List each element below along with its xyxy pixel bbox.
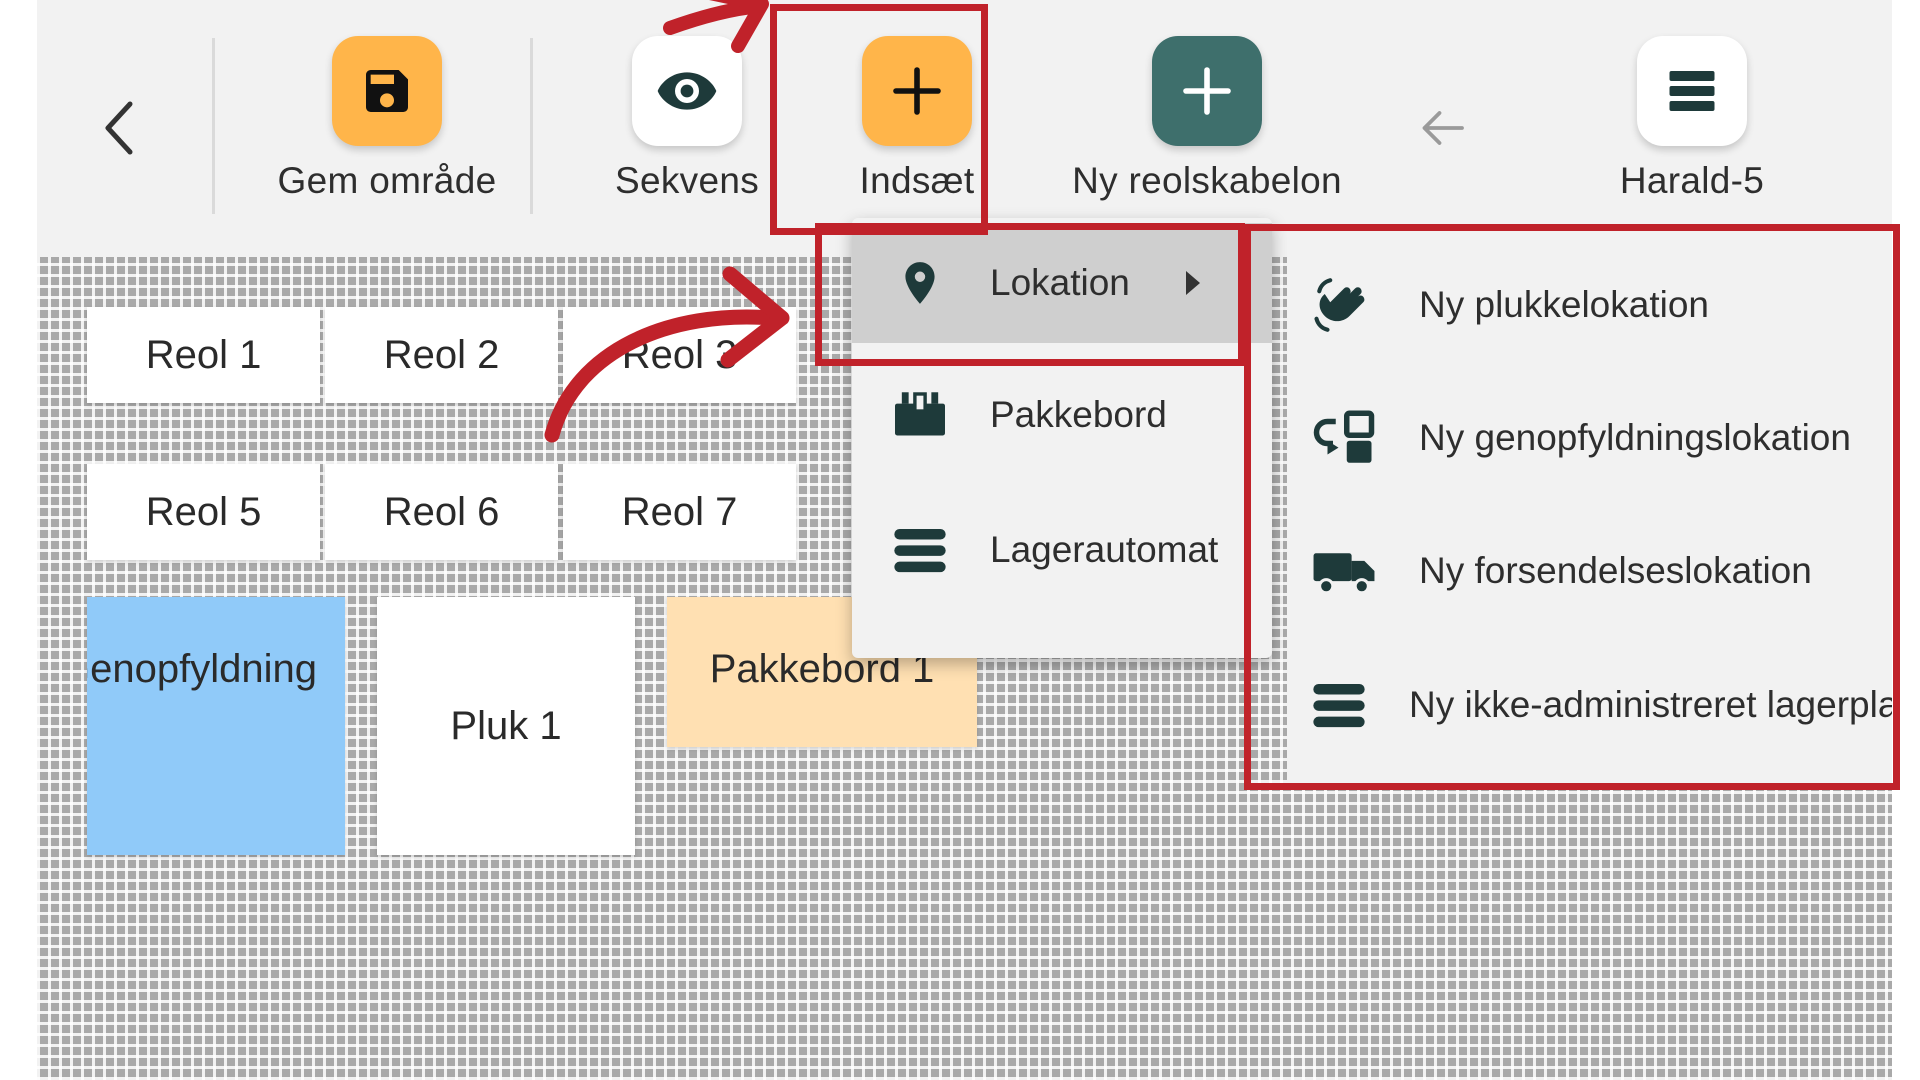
save-area-label: Gem område — [277, 160, 497, 201]
sequence-button[interactable]: Sekvens — [572, 36, 802, 202]
insert-button[interactable]: Indsæt — [817, 36, 1017, 202]
submenu-item-new-refill-location[interactable]: Ny genopfyldningslokation — [1287, 373, 1892, 503]
location-pin-icon — [890, 253, 950, 313]
arrow-left-icon — [1422, 111, 1464, 145]
pick-location-tile[interactable]: Pluk 1 — [377, 597, 635, 855]
menu-item-storage-automat[interactable]: Lagerautomat — [852, 490, 1272, 610]
caret-right-icon — [1185, 271, 1200, 295]
shelf-tile[interactable]: Reol 3 — [563, 307, 796, 403]
sequence-label: Sekvens — [614, 160, 759, 201]
arrow-left-button[interactable] — [1412, 98, 1472, 158]
package-table-icon — [890, 385, 950, 445]
refill-location-tile[interactable]: Genopfyldning — [87, 597, 345, 855]
new-shelf-template-face — [1152, 36, 1262, 146]
plus-icon — [1183, 67, 1231, 115]
shelf-tile[interactable]: Reol 5 — [87, 464, 320, 560]
insert-button-face — [862, 36, 972, 146]
submenu-item-label: Ny ikke-administreret lagerplads — [1409, 684, 1892, 725]
menu-item-location[interactable]: Lokation — [852, 223, 1272, 343]
insert-label: Indsæt — [859, 160, 975, 201]
submenu-item-label: Ny genopfyldningslokation — [1419, 417, 1851, 458]
harald-5-button[interactable]: Harald-5 — [1572, 36, 1812, 202]
menu-item-label: Lokation — [990, 262, 1130, 303]
storage-lines-icon — [1311, 672, 1367, 738]
save-icon — [366, 70, 408, 112]
list-icon — [1669, 71, 1715, 111]
chevron-left-icon — [105, 101, 133, 155]
save-button-face — [332, 36, 442, 146]
menu-item-label: Pakkebord — [990, 394, 1167, 435]
location-submenu: Ny plukkelokation Ny genopfyldningslokat… — [1287, 230, 1892, 785]
harald-5-face — [1637, 36, 1747, 146]
sequence-button-face — [632, 36, 742, 146]
shelf-tile[interactable]: Reol 2 — [325, 307, 558, 403]
new-shelf-template-label: Ny reolskabelon — [1072, 160, 1342, 201]
app-frame: Gem område Sekvens Indsæt Ny reolskabelo… — [37, 0, 1892, 1080]
toolbar-divider — [212, 38, 215, 214]
submenu-item-new-shipping-location[interactable]: Ny forsendelseslokation — [1287, 506, 1892, 636]
submenu-item-label: Ny plukkelokation — [1419, 284, 1709, 325]
back-button[interactable] — [90, 98, 150, 158]
refill-icon — [1311, 405, 1377, 471]
submenu-item-label: Ny forsendelseslokation — [1419, 550, 1812, 591]
eye-icon — [657, 72, 717, 110]
menu-item-packing-table[interactable]: Pakkebord — [852, 355, 1272, 475]
submenu-item-new-unmanaged-storage[interactable]: Ny ikke-administreret lagerplads — [1287, 640, 1892, 770]
toolbar-divider — [530, 38, 533, 214]
menu-item-label: Lagerautomat — [990, 529, 1219, 570]
plus-icon — [893, 67, 941, 115]
save-area-button[interactable]: Gem område — [242, 36, 532, 202]
refill-location-label: Genopfyldning — [87, 647, 317, 691]
hand-wave-icon — [1311, 272, 1377, 338]
shelf-tile[interactable]: Reol 1 — [87, 307, 320, 403]
storage-lines-icon — [890, 520, 950, 580]
truck-icon — [1311, 538, 1377, 604]
new-shelf-template-button[interactable]: Ny reolskabelon — [1037, 36, 1377, 202]
shelf-tile[interactable]: Reol 6 — [325, 464, 558, 560]
insert-menu: Lokation Pakkebord Lagerautomat — [852, 218, 1272, 658]
harald-5-label: Harald-5 — [1619, 160, 1765, 201]
shelf-tile[interactable]: Reol 7 — [563, 464, 796, 560]
submenu-item-new-pick-location[interactable]: Ny plukkelokation — [1287, 240, 1892, 370]
